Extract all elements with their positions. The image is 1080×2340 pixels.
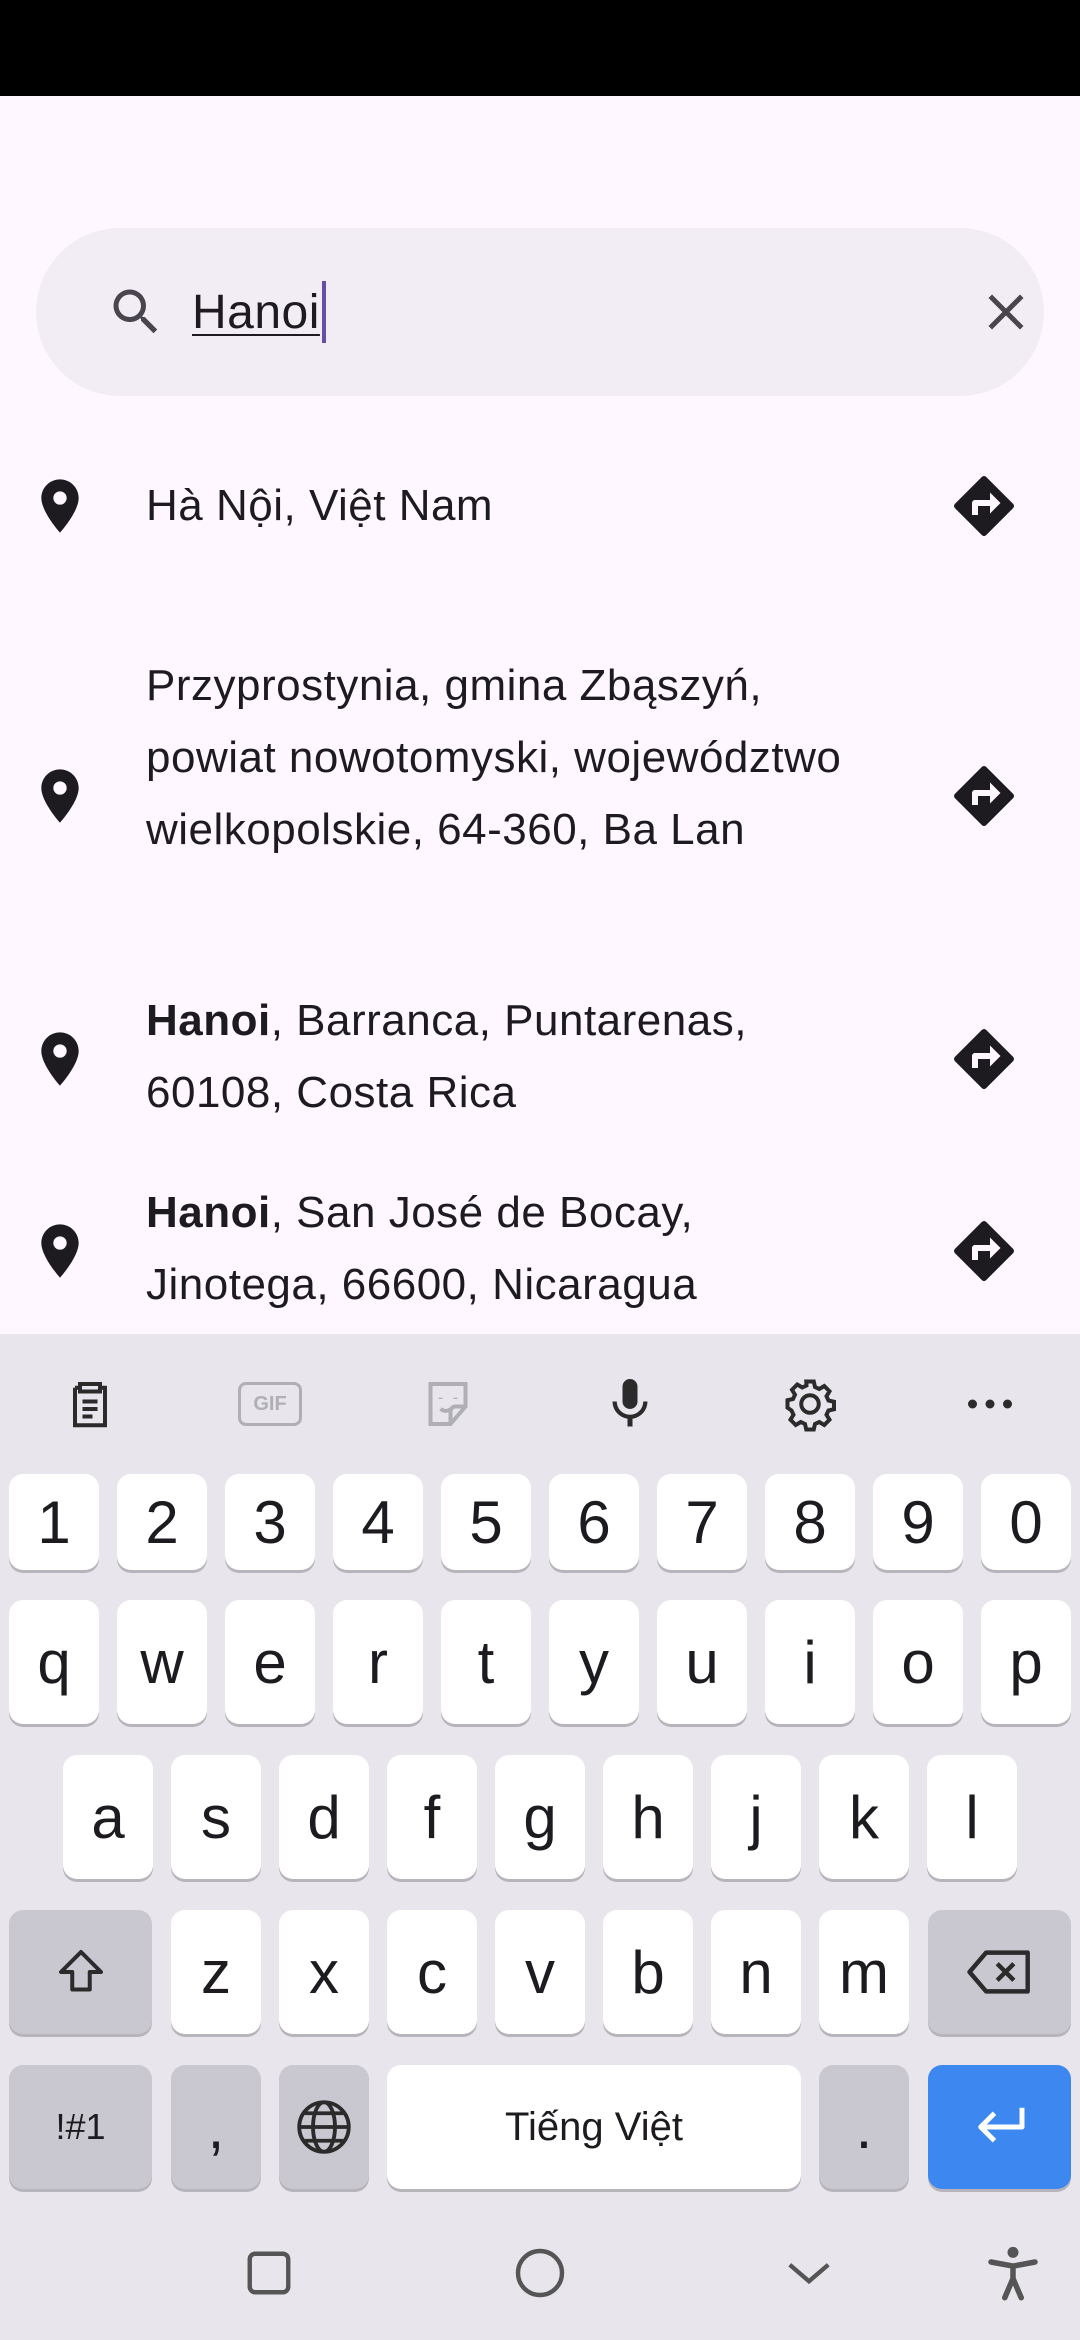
list-item[interactable]: Hanoi, San José de Bocay, Jinotega, 6660… bbox=[0, 1177, 1080, 1327]
recents-icon[interactable] bbox=[236, 2240, 302, 2306]
key-1[interactable]: 1 bbox=[9, 1474, 99, 1570]
settings-icon[interactable] bbox=[780, 1374, 840, 1434]
key-9[interactable]: 9 bbox=[873, 1474, 963, 1570]
backspace-key[interactable] bbox=[928, 1910, 1071, 2034]
key-r[interactable]: r bbox=[333, 1600, 423, 1724]
location-pin-icon bbox=[41, 1224, 79, 1278]
key-m[interactable]: m bbox=[819, 1910, 909, 2034]
directions-icon[interactable] bbox=[948, 1023, 1020, 1095]
more-icon[interactable] bbox=[960, 1374, 1020, 1434]
key-z[interactable]: z bbox=[171, 1910, 261, 2034]
location-pin-icon bbox=[41, 769, 79, 823]
gif-icon[interactable]: GIF bbox=[238, 1382, 302, 1426]
key-t[interactable]: t bbox=[441, 1600, 531, 1724]
key-8[interactable]: 8 bbox=[765, 1474, 855, 1570]
key-n[interactable]: n bbox=[711, 1910, 801, 2034]
directions-icon[interactable] bbox=[948, 760, 1020, 832]
key-o[interactable]: o bbox=[873, 1600, 963, 1724]
location-pin-icon bbox=[41, 1032, 79, 1086]
home-icon[interactable] bbox=[507, 2240, 573, 2306]
comma-key[interactable]: , bbox=[171, 2065, 261, 2189]
navigation-bar bbox=[0, 2210, 1080, 2340]
result-label: Przyprostynia, gmina Zbąszyń, powiat now… bbox=[146, 661, 842, 854]
search-bar[interactable]: Hanoi bbox=[36, 228, 1044, 396]
key-u[interactable]: u bbox=[657, 1600, 747, 1724]
list-item[interactable]: Hà Nội, Việt Nam bbox=[0, 475, 1080, 610]
text-cursor bbox=[321, 281, 326, 343]
directions-icon[interactable] bbox=[948, 470, 1020, 542]
key-g[interactable]: g bbox=[495, 1755, 585, 1879]
key-2[interactable]: 2 bbox=[117, 1474, 207, 1570]
key-7[interactable]: 7 bbox=[657, 1474, 747, 1570]
clipboard-icon[interactable] bbox=[60, 1374, 120, 1434]
search-icon[interactable] bbox=[106, 282, 166, 342]
globe-icon bbox=[297, 2100, 351, 2154]
key-q[interactable]: q bbox=[9, 1600, 99, 1724]
key-c[interactable]: c bbox=[387, 1910, 477, 2034]
keyboard: GIF 1 2 3 4 5 6 7 8 9 0 q w e r t y u i … bbox=[0, 1334, 1080, 2340]
key-3[interactable]: 3 bbox=[225, 1474, 315, 1570]
key-w[interactable]: w bbox=[117, 1600, 207, 1724]
language-key[interactable] bbox=[279, 2065, 369, 2189]
key-j[interactable]: j bbox=[711, 1755, 801, 1879]
key-i[interactable]: i bbox=[765, 1600, 855, 1724]
list-item[interactable]: Przyprostynia, gmina Zbąszyń, powiat now… bbox=[0, 650, 1080, 940]
key-6[interactable]: 6 bbox=[549, 1474, 639, 1570]
period-key[interactable]: . bbox=[819, 2065, 909, 2189]
clear-icon[interactable] bbox=[976, 282, 1036, 342]
location-pin-icon bbox=[41, 479, 79, 533]
symbols-key[interactable]: !#1 bbox=[9, 2065, 152, 2189]
key-x[interactable]: x bbox=[279, 1910, 369, 2034]
accessibility-icon[interactable] bbox=[980, 2240, 1046, 2306]
list-item[interactable]: Hanoi, Barranca, Puntarenas, 60108, Cost… bbox=[0, 985, 1080, 1135]
key-l[interactable]: l bbox=[927, 1755, 1017, 1879]
enter-icon bbox=[977, 2107, 1024, 2143]
key-h[interactable]: h bbox=[603, 1755, 693, 1879]
key-y[interactable]: y bbox=[549, 1600, 639, 1724]
key-d[interactable]: d bbox=[279, 1755, 369, 1879]
key-f[interactable]: f bbox=[387, 1755, 477, 1879]
result-label: Hà Nội, Việt Nam bbox=[146, 481, 494, 530]
backspace-icon bbox=[966, 1950, 1030, 1994]
key-s[interactable]: s bbox=[171, 1755, 261, 1879]
microphone-icon[interactable] bbox=[600, 1374, 660, 1434]
enter-key[interactable] bbox=[928, 2065, 1071, 2189]
key-a[interactable]: a bbox=[63, 1755, 153, 1879]
result-label: Hanoi, San José de Bocay, Jinotega, 6660… bbox=[146, 1188, 698, 1309]
search-query-text: Hanoi bbox=[192, 285, 320, 339]
search-input[interactable]: Hanoi bbox=[192, 278, 326, 346]
key-b[interactable]: b bbox=[603, 1910, 693, 2034]
key-e[interactable]: e bbox=[225, 1600, 315, 1724]
shift-icon bbox=[58, 1950, 103, 1992]
key-v[interactable]: v bbox=[495, 1910, 585, 2034]
status-bar bbox=[0, 0, 1080, 96]
shift-key[interactable] bbox=[9, 1910, 152, 2034]
directions-icon[interactable] bbox=[948, 1215, 1020, 1287]
key-5[interactable]: 5 bbox=[441, 1474, 531, 1570]
space-key[interactable]: Tiếng Việt bbox=[387, 2065, 801, 2189]
sticker-icon[interactable] bbox=[418, 1374, 478, 1434]
key-0[interactable]: 0 bbox=[981, 1474, 1071, 1570]
key-p[interactable]: p bbox=[981, 1600, 1071, 1724]
hide-keyboard-icon[interactable] bbox=[776, 2240, 842, 2306]
result-label: Hanoi, Barranca, Puntarenas, 60108, Cost… bbox=[146, 996, 747, 1117]
keyboard-toolbar: GIF bbox=[0, 1334, 1080, 1474]
key-4[interactable]: 4 bbox=[333, 1474, 423, 1570]
key-k[interactable]: k bbox=[819, 1755, 909, 1879]
